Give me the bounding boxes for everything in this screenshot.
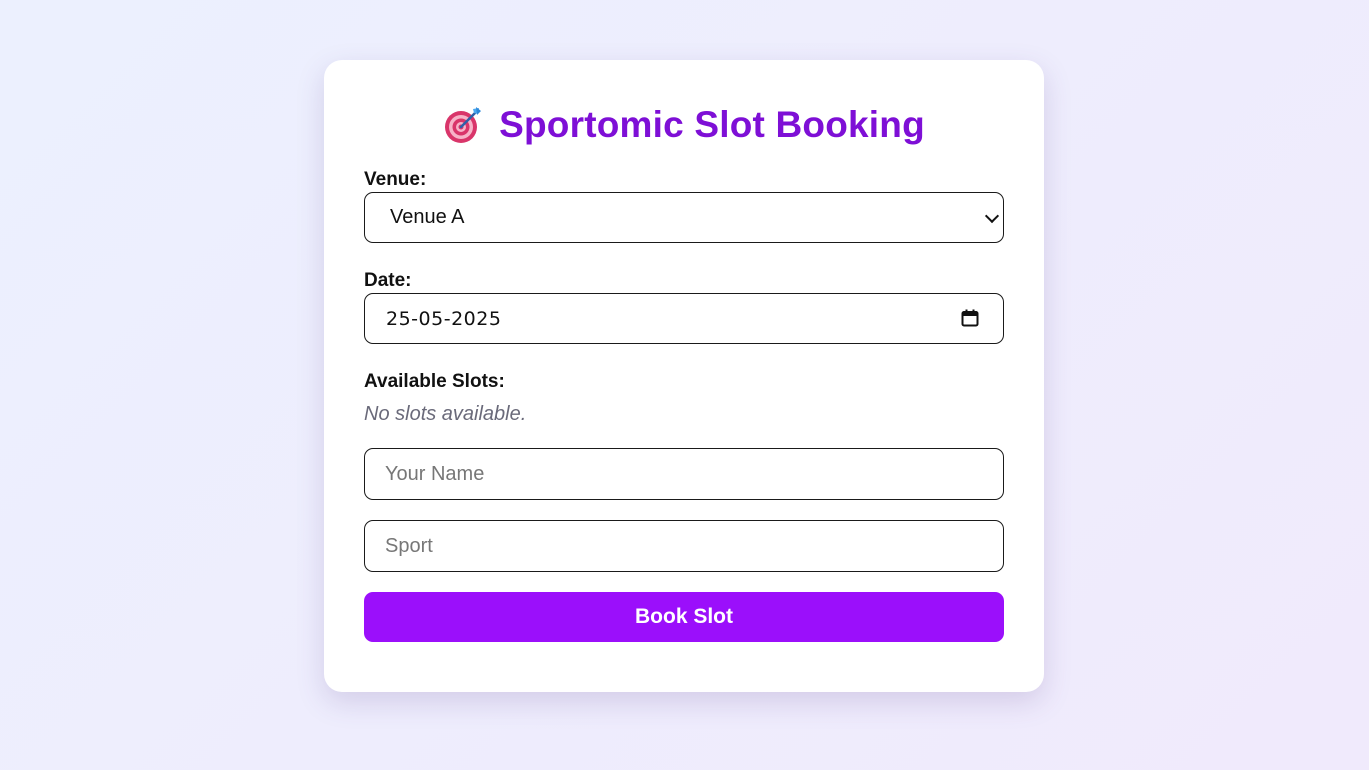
page-title: Sportomic Slot Booking — [364, 100, 1004, 150]
venue-select[interactable]: Venue A — [364, 192, 1004, 243]
name-input[interactable] — [364, 448, 1004, 500]
date-label: Date: — [364, 270, 412, 291]
date-input-value: 25-05-2025 — [386, 307, 502, 330]
chevron-down-icon — [984, 208, 1000, 223]
calendar-icon[interactable] — [961, 309, 979, 327]
venue-label: Venue: — [364, 169, 427, 190]
venue-select-value: Venue A — [390, 206, 465, 228]
target-dart-icon — [443, 105, 483, 145]
no-slots-message: No slots available. — [364, 403, 527, 425]
available-slots-label: Available Slots: — [364, 371, 505, 392]
date-input[interactable]: 25-05-2025 — [364, 293, 1004, 344]
booking-card: Sportomic Slot Booking Venue: Venue A Da… — [324, 60, 1044, 692]
book-slot-button[interactable]: Book Slot — [364, 592, 1004, 642]
sport-input[interactable] — [364, 520, 1004, 572]
page-title-text: Sportomic Slot Booking — [499, 104, 925, 145]
